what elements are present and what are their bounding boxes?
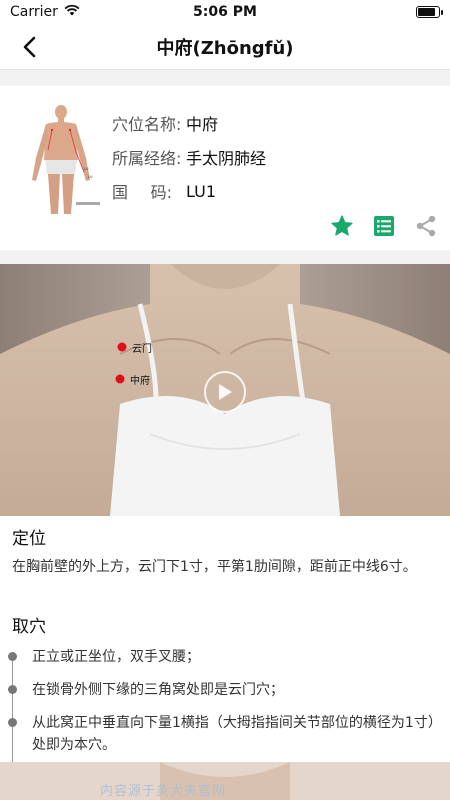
code-label: 国 码: [112, 179, 172, 203]
play-icon [219, 384, 232, 400]
page-title: 中府(Zhōngfǔ) [156, 37, 294, 59]
list-button[interactable] [372, 214, 396, 238]
location-title: 定位 [12, 529, 46, 549]
info-row-meridian: 所属经络: 手太阴肺经 [112, 140, 266, 174]
code-value: LU1 [186, 181, 217, 201]
divider-band-2 [0, 250, 450, 264]
navigation-bar: 中府(Zhōngfǔ) [0, 24, 450, 70]
status-left: Carrier [10, 4, 80, 20]
back-button[interactable] [14, 32, 44, 62]
location-text: 在胸前壁的外上方，云门下1寸，平第1肋间隙，距前正中线6寸。 [12, 559, 417, 575]
watermark-text: 内容源于灸大夫官网 [100, 784, 227, 799]
meridian-diagram-image[interactable]: LU LU [18, 102, 104, 222]
battery-icon [416, 6, 443, 18]
info-rows: 穴位名称: 中府 所属经络: 手太阴肺经 国 码: LU1 [112, 106, 266, 208]
name-value: 中府 [186, 115, 219, 134]
action-bar [330, 214, 438, 238]
list-icon [374, 216, 394, 236]
method-title: 取穴 [12, 617, 46, 637]
acupoint-label-yunmen: 云门 [132, 344, 152, 355]
acupoint-info-card: LU LU 穴位名称: 中府 所属经络: 手太阴肺经 国 码: LU1 [0, 86, 450, 250]
code-label-part2: 码: [150, 183, 172, 202]
chevron-left-icon [23, 36, 36, 58]
timeline-dot [8, 685, 17, 694]
divider-band [0, 70, 450, 86]
method-step-3: 从此窝正中垂直向下量1横指（大拇指指间关节部位的横径为1寸）处即为本穴。 [32, 715, 435, 753]
info-row-code: 国 码: LU1 [112, 174, 266, 208]
method-step-2: 在锁骨外侧下缘的三角窝处即是云门穴； [32, 682, 284, 698]
acupoint-label-zhongfu: 中府 [130, 376, 150, 387]
favorite-button[interactable] [330, 214, 354, 238]
timeline-dot [8, 652, 17, 661]
timeline-dot [8, 718, 17, 727]
wifi-icon [64, 4, 80, 20]
star-icon [331, 215, 353, 236]
meridian-value: 手太阴肺经 [186, 149, 267, 168]
code-label-part1: 国 [112, 183, 129, 202]
name-label: 穴位名称: [112, 115, 182, 134]
share-icon [416, 215, 436, 237]
timeline-line [12, 652, 13, 764]
status-bar: Carrier 5:06 PM [0, 0, 450, 24]
carrier-label: Carrier [10, 4, 58, 20]
svg-text:LU: LU [88, 175, 93, 179]
share-button[interactable] [414, 214, 438, 238]
method-step-1: 正立或正坐位，双手叉腰； [32, 649, 200, 665]
play-button[interactable] [204, 371, 246, 413]
info-row-name: 穴位名称: 中府 [112, 106, 266, 140]
svg-text:LU: LU [84, 167, 89, 171]
meridian-label: 所属经络: [112, 149, 182, 168]
